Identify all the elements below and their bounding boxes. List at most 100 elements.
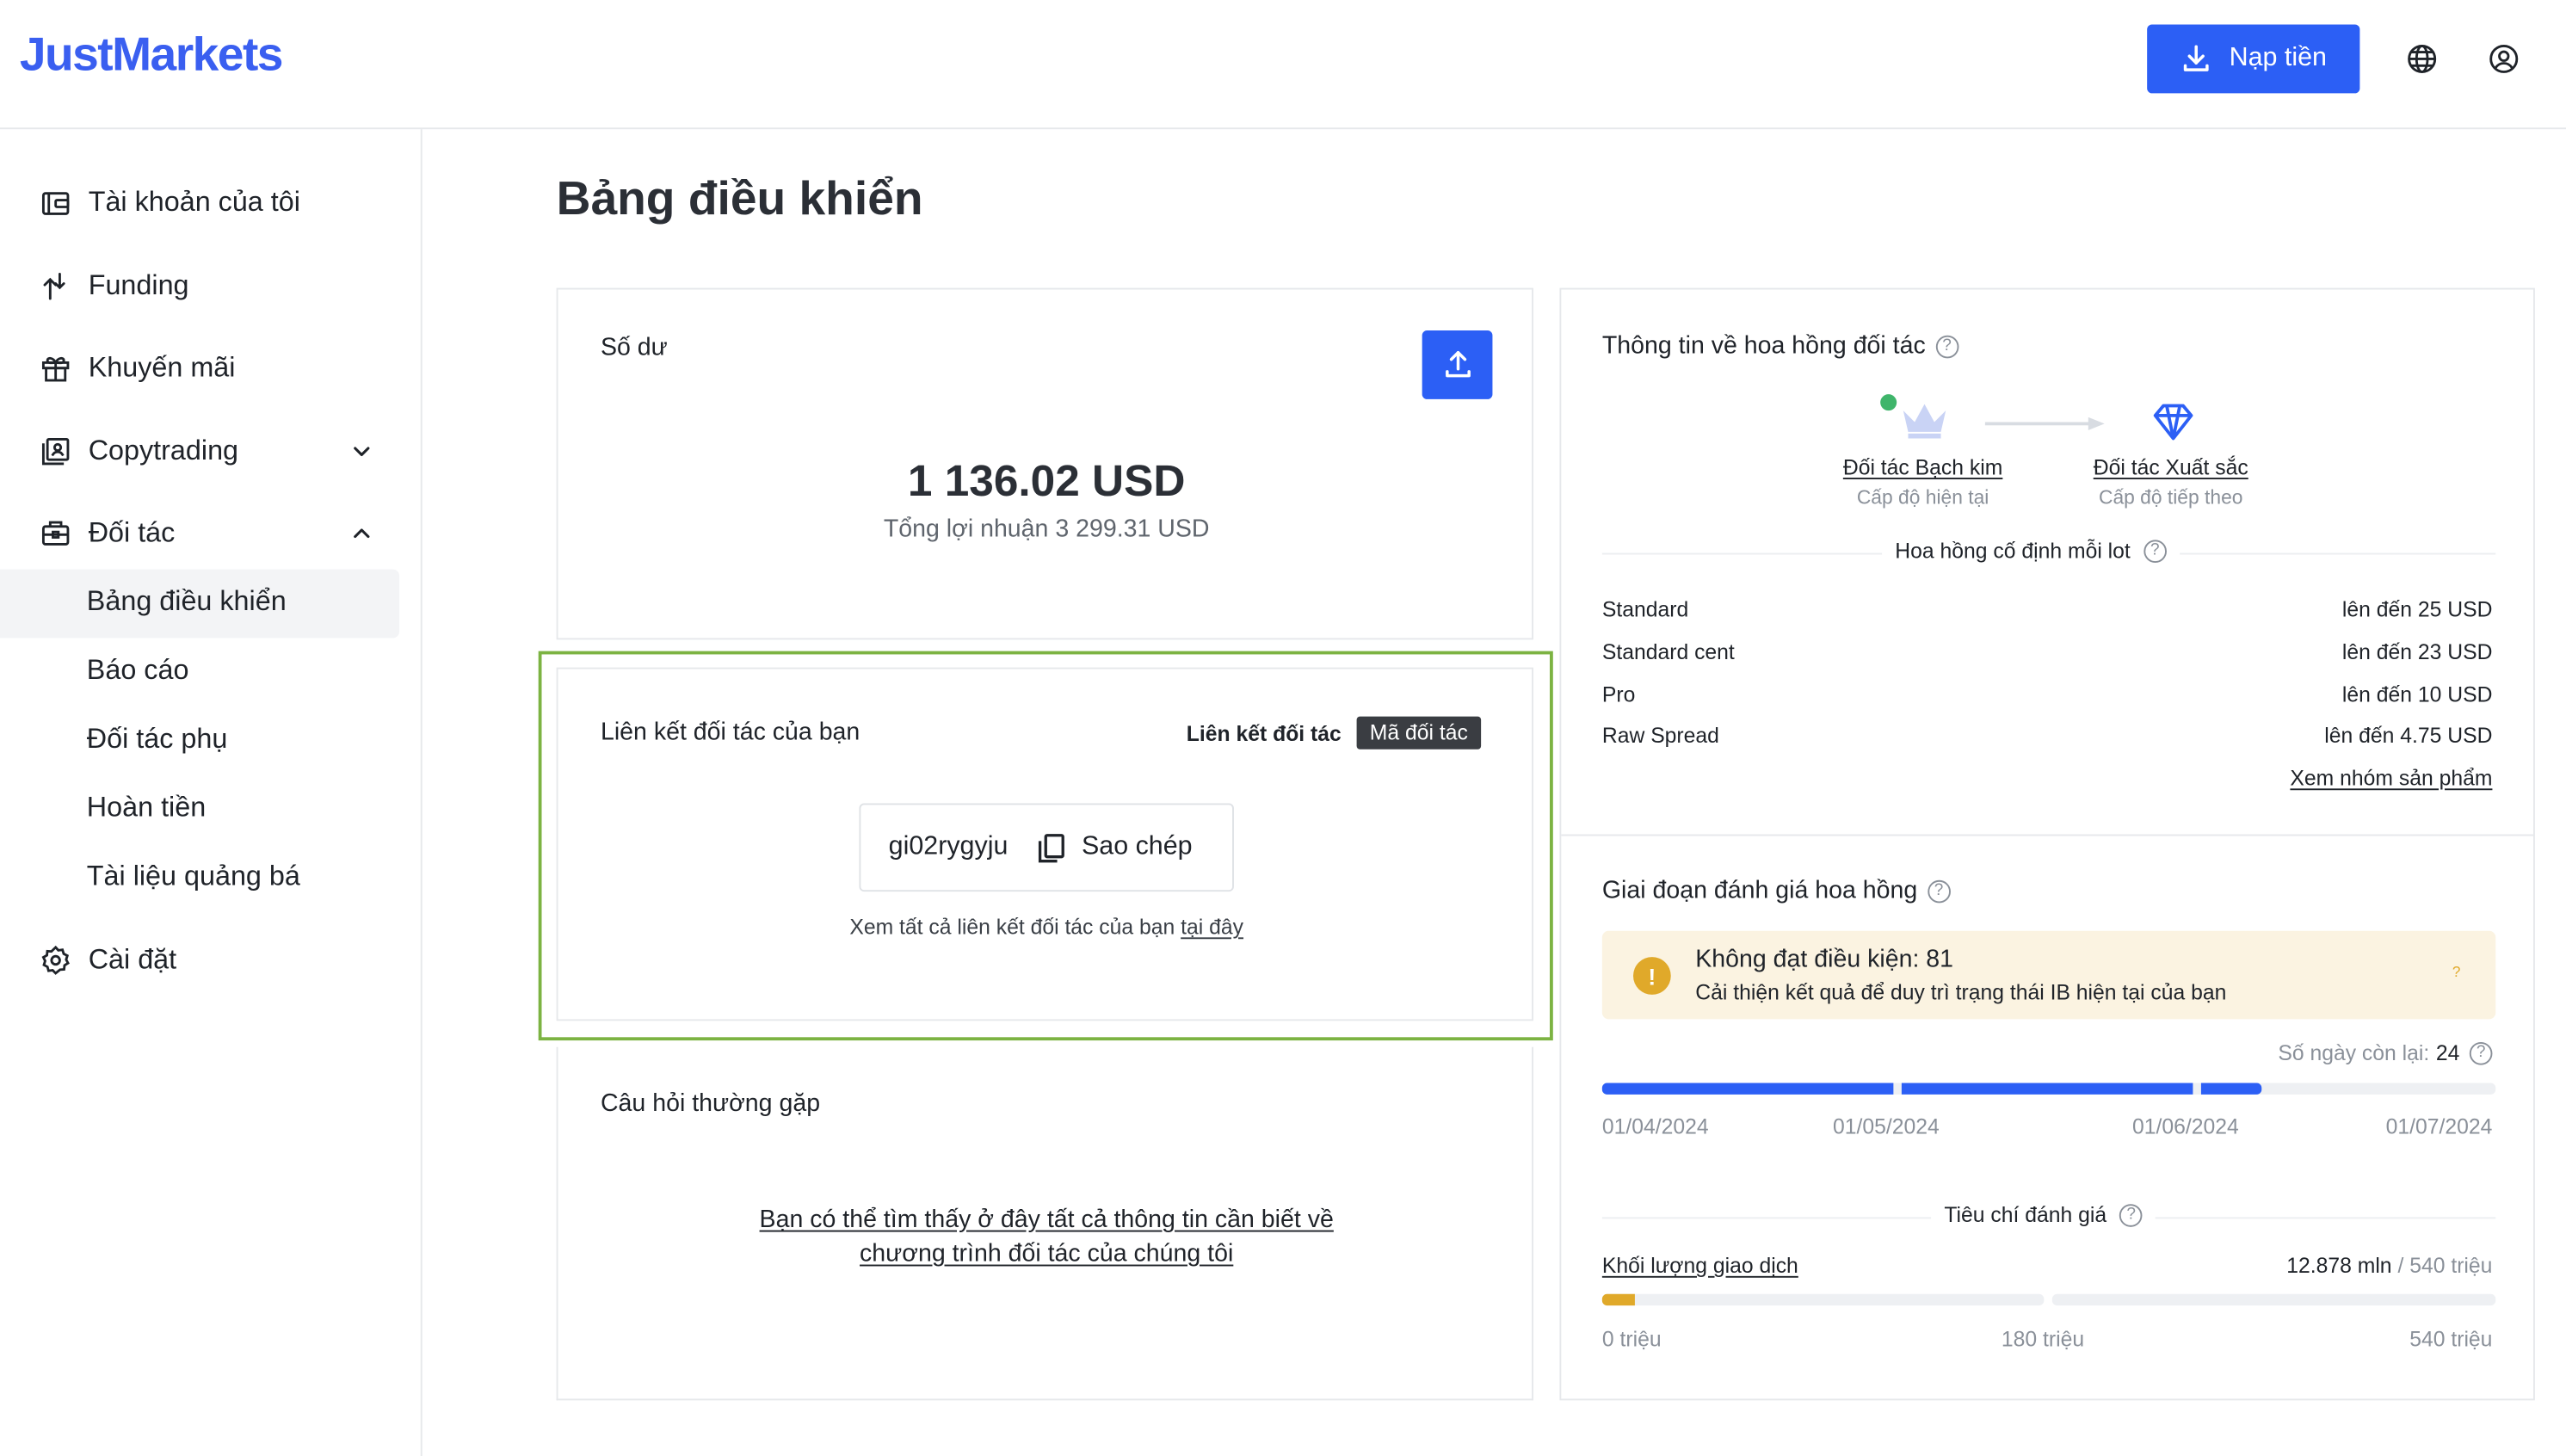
sidebar-sub-reports[interactable]: Báo cáo <box>87 654 189 687</box>
toggle-partner-link[interactable]: Liên kết đối tác <box>1187 721 1342 746</box>
see-all-links: Xem tất cả liên kết đối tác của bạn tại … <box>558 915 1535 940</box>
funding-icon <box>43 273 65 300</box>
sidebar-sub-rebates[interactable]: Hoàn tiền <box>87 792 206 824</box>
see-all-link[interactable]: tại đây <box>1181 915 1243 940</box>
period-segment-may <box>1901 1083 2193 1095</box>
crown-icon <box>1903 404 1946 439</box>
download-icon <box>2184 45 2210 71</box>
days-left-label: Số ngày còn lại: <box>2278 1040 2430 1065</box>
volume-track-segment <box>2051 1293 2496 1306</box>
faq-link-line2[interactable]: chương trình đối tác của chúng tôi <box>558 1240 1535 1268</box>
diamond-icon <box>2153 404 2193 441</box>
chevron-down-icon[interactable] <box>349 438 374 464</box>
account-type: Standard cent <box>1601 639 1735 664</box>
next-level-caption: Cấp độ tiếp theo <box>2098 485 2243 509</box>
commission-value: lên đến 23 USD <box>2341 639 2493 664</box>
fixed-commission-title-row: Hoa hồng cố định mỗi lot ? <box>1882 538 2180 563</box>
help-icon[interactable]: ? <box>2469 1041 2493 1064</box>
copy-icon <box>1038 833 1064 862</box>
sidebar-sub-promo-materials[interactable]: Tài liệu quảng bá <box>87 861 300 893</box>
arrow-right-icon <box>2088 416 2105 430</box>
wallet-icon <box>41 192 70 215</box>
copytrading-icon <box>41 438 70 466</box>
evaluation-title: Giai đoạn đánh giá hoa hồng <box>1601 876 1918 905</box>
scale-label: 0 triệu <box>1601 1326 1662 1352</box>
criteria-title-row: Tiêu chí đánh giá ? <box>1931 1202 2156 1227</box>
partner-code: gi02rygyju <box>888 832 1009 861</box>
top-header: JustMarkets Nạp tiền <box>0 0 2566 130</box>
current-level-link[interactable]: Đối tác Bạch kim <box>1840 455 2007 480</box>
volume-max: / 540 triệu <box>2397 1253 2493 1278</box>
sidebar-item-my-account[interactable]: Tài khoản của tôi <box>40 187 300 219</box>
date-label: 01/06/2024 <box>2132 1114 2239 1139</box>
commission-value: lên đến 10 USD <box>2341 682 2493 707</box>
sidebar-sub-dashboard[interactable]: Bảng điều khiển <box>87 586 287 619</box>
scale-label: 180 triệu <box>2001 1326 2085 1352</box>
partner-link-title: Liên kết đối tác của bạn <box>600 718 860 746</box>
date-label: 01/07/2024 <box>2385 1114 2493 1139</box>
account-type: Raw Spread <box>1601 723 1719 748</box>
sidebar-item-label: Đối tác <box>88 516 176 548</box>
sidebar-sub-subpartners[interactable]: Đối tác phụ <box>87 723 228 756</box>
alert-title: Không đạt điều kiện: 81 <box>1695 945 1954 974</box>
total-profit: Tổng lợi nhuận 3 299.31 USD <box>883 515 1210 544</box>
balance-card: Số dư 1 136.02 USD Tổng lợi nhuận 3 299.… <box>556 287 1533 640</box>
help-icon[interactable]: ? <box>1927 879 1951 903</box>
date-label: 01/04/2024 <box>1601 1114 1709 1139</box>
sidebar-item-partner[interactable]: Đối tác <box>40 516 176 550</box>
sidebar-item-label: Khuyến mãi <box>88 351 236 383</box>
sidebar-item-funding[interactable]: Funding <box>40 270 189 303</box>
sidebar-item-label: Copytrading <box>88 435 239 466</box>
faq-card: Câu hỏi thường gặp Bạn có thể tìm thấy ở… <box>556 1046 1535 1401</box>
faq-link-line1[interactable]: Bạn có thể tìm thấy ở đây tất cả thông t… <box>558 1206 1535 1233</box>
sidebar-item-copytrading[interactable]: Copytrading <box>40 435 238 468</box>
next-level-link[interactable]: Đối tác Xuất sắc <box>2085 455 2257 480</box>
commission-title-row: Thông tin về hoa hồng đối tác ? <box>1602 332 1958 360</box>
chevron-up-icon[interactable] <box>349 521 374 546</box>
help-icon[interactable]: ? <box>2119 1203 2143 1226</box>
current-level-caption: Cấp độ hiện tại <box>1856 485 1989 509</box>
briefcase-icon <box>41 521 70 546</box>
evaluation-title-row: Giai đoạn đánh giá hoa hồng ? <box>1601 876 1951 905</box>
globe-icon[interactable] <box>2406 42 2439 75</box>
date-label: 01/05/2024 <box>1833 1114 1940 1139</box>
toggle-partner-code[interactable]: Mã đối tác <box>1356 716 1482 750</box>
deposit-label: Nạp tiền <box>2229 44 2327 72</box>
sidebar-item-label: Funding <box>88 269 189 301</box>
balance-amount: 1 136.02 USD <box>907 456 1186 506</box>
help-icon[interactable]: ? <box>2143 539 2167 563</box>
copy-button[interactable]: Sao chép <box>1034 830 1193 865</box>
period-segment-june <box>2200 1083 2262 1095</box>
commission-value: lên đến 4.75 USD <box>2324 723 2493 748</box>
trading-volume-link[interactable]: Khối lượng giao dịch <box>1602 1253 1798 1278</box>
gear-icon <box>41 945 70 975</box>
days-left-row: Số ngày còn lại: 24 ? <box>2278 1040 2493 1065</box>
trading-volume-value: 12.878 mln / 540 triệu <box>2286 1253 2492 1278</box>
user-icon[interactable] <box>2488 42 2520 75</box>
partner-link-card: Liên kết đối tác của bạn Liên kết đối tá… <box>556 667 1535 1021</box>
check-badge-icon <box>1880 394 1897 411</box>
alert-help-icon[interactable]: ? <box>2446 964 2466 984</box>
volume-track-segment <box>1601 1293 2045 1306</box>
help-icon[interactable]: ? <box>1935 334 1958 358</box>
section-divider <box>1561 834 2533 836</box>
copy-label: Sao chép <box>1081 832 1193 861</box>
volume-current: 12.878 mln <box>2286 1253 2392 1278</box>
withdraw-button[interactable] <box>1422 330 1493 399</box>
upload-icon <box>1445 350 1470 378</box>
sidebar-item-settings[interactable]: Cài đặt <box>40 944 176 977</box>
logo[interactable]: JustMarkets <box>20 29 284 83</box>
sidebar-item-promotions[interactable]: Khuyến mãi <box>40 351 236 385</box>
warning-icon: ! <box>1632 957 1671 995</box>
commission-title: Thông tin về hoa hồng đối tác <box>1601 331 1926 361</box>
partner-code-box: gi02rygyju Sao chép <box>859 803 1234 892</box>
alert-subtitle: Cải thiện kết quả để duy trì trạng thái … <box>1695 979 2227 1005</box>
warning-alert: ! Không đạt điều kiện: 81 Cải thiện kết … <box>1601 930 2496 1020</box>
sidebar-item-label: Tài khoản của tôi <box>88 186 300 218</box>
criteria-title: Tiêu chí đánh giá <box>1944 1202 2107 1227</box>
see-all-text: Xem tất cả liên kết đối tác của bạn <box>849 914 1175 940</box>
volume-progress-fill <box>1601 1293 1635 1306</box>
view-product-group-link[interactable]: Xem nhóm sản phẩm <box>2290 766 2492 791</box>
deposit-button[interactable]: Nạp tiền <box>2147 24 2360 94</box>
commission-card: Thông tin về hoa hồng đối tác ? Đối tác … <box>1559 287 2535 1401</box>
